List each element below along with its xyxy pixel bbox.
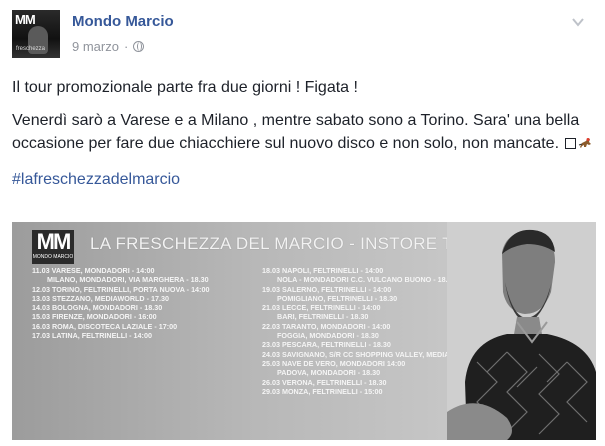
box-emoji-icon [565, 138, 577, 149]
horse-icon [577, 135, 593, 158]
poster-title: LA FRESCHEZZA DEL MARCIO - INSTORE TOUR [90, 234, 492, 253]
post-body: Il tour promozionale parte fra due giorn… [12, 76, 597, 191]
tour-date: 14.03 BOLOGNA, MONDADORI - 18.30 [32, 303, 163, 313]
post-header: MM freschezza Mondo Marcio 9 marzo · [12, 10, 592, 58]
globe-icon[interactable] [133, 41, 145, 52]
poster-logo-sub: MONDO MARCIO [32, 254, 74, 260]
post-paragraph-2-wrap: Venerdì sarò a Varese e a Milano , mentr… [12, 109, 597, 158]
avatar[interactable]: MM freschezza [12, 10, 60, 58]
tour-date: 15.03 FIRENZE, MONDADORI - 16:00 [32, 312, 157, 322]
tour-dates-left: 11.03 VARESE, MONDADORI - 14:00 MILANO, … [32, 266, 209, 340]
post-meta: 9 marzo · [72, 39, 145, 54]
hashtag-link[interactable]: #lafreschezzadelmarcio [12, 168, 597, 191]
post-paragraph-2: Venerdì sarò a Varese e a Milano , mentr… [12, 112, 580, 152]
avatar-logo: MM [15, 12, 36, 27]
post-date[interactable]: 9 marzo [72, 39, 119, 54]
chevron-down-icon[interactable] [572, 16, 584, 28]
avatar-caption: freschezza [16, 46, 46, 52]
tour-date: 12.03 TORINO, FELTRINELLI, PORTA NUOVA -… [32, 284, 210, 294]
meta-separator: · [123, 39, 129, 54]
tour-date: 11.03 VARESE, MONDADORI - 14:00 [32, 266, 155, 275]
poster-logo-text: MM [36, 229, 72, 254]
artist-photo [447, 222, 596, 440]
tour-date: 16.03 ROMA, DISCOTECA LAZIALE - 17:00 [32, 321, 178, 331]
poster-logo: MM MONDO MARCIO [32, 230, 74, 264]
tour-date: MILANO, MONDADORI, VIA MARGHERA - 18.30 [47, 275, 209, 285]
post-paragraph-1: Il tour promozionale parte fra due giorn… [12, 79, 358, 96]
tour-poster-image[interactable]: MM MONDO MARCIO LA FRESCHEZZA DEL MARCIO… [12, 222, 596, 440]
author-name[interactable]: Mondo Marcio [72, 13, 174, 30]
tour-date: 13.03 STEZZANO, MEDIAWORLD - 17.30 [32, 293, 169, 303]
tour-date: 17.03 LATINA, FELTRINELLI - 14:00 [32, 331, 152, 341]
